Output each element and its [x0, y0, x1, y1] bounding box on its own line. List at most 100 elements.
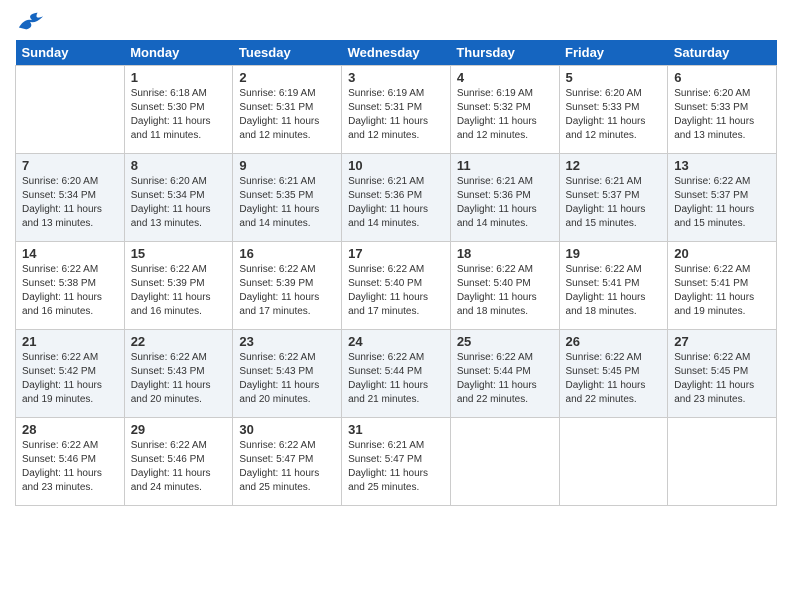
calendar-day-cell: 11 Sunrise: 6:21 AM Sunset: 5:36 PM Dayl… — [450, 154, 559, 242]
day-info: Sunrise: 6:22 AM Sunset: 5:42 PM Dayligh… — [22, 351, 118, 407]
col-monday: Monday — [124, 40, 233, 66]
calendar-day-cell: 28 Sunrise: 6:22 AM Sunset: 5:46 PM Dayl… — [16, 418, 125, 506]
calendar-day-cell: 2 Sunrise: 6:19 AM Sunset: 5:31 PM Dayli… — [233, 66, 342, 154]
calendar-day-cell: 16 Sunrise: 6:22 AM Sunset: 5:39 PM Dayl… — [233, 242, 342, 330]
day-number: 30 — [239, 422, 335, 437]
calendar-week-row: 28 Sunrise: 6:22 AM Sunset: 5:46 PM Dayl… — [16, 418, 777, 506]
day-number: 20 — [674, 246, 770, 261]
calendar-day-cell: 20 Sunrise: 6:22 AM Sunset: 5:41 PM Dayl… — [668, 242, 777, 330]
calendar-day-cell: 23 Sunrise: 6:22 AM Sunset: 5:43 PM Dayl… — [233, 330, 342, 418]
day-number: 1 — [131, 70, 227, 85]
calendar-day-cell: 12 Sunrise: 6:21 AM Sunset: 5:37 PM Dayl… — [559, 154, 668, 242]
col-tuesday: Tuesday — [233, 40, 342, 66]
day-number: 12 — [566, 158, 662, 173]
day-info: Sunrise: 6:22 AM Sunset: 5:39 PM Dayligh… — [239, 263, 335, 319]
calendar-day-cell: 4 Sunrise: 6:19 AM Sunset: 5:32 PM Dayli… — [450, 66, 559, 154]
calendar-day-cell: 26 Sunrise: 6:22 AM Sunset: 5:45 PM Dayl… — [559, 330, 668, 418]
calendar-day-cell: 3 Sunrise: 6:19 AM Sunset: 5:31 PM Dayli… — [342, 66, 451, 154]
day-info: Sunrise: 6:20 AM Sunset: 5:34 PM Dayligh… — [131, 175, 227, 231]
day-info: Sunrise: 6:22 AM Sunset: 5:39 PM Dayligh… — [131, 263, 227, 319]
day-number: 28 — [22, 422, 118, 437]
day-number: 31 — [348, 422, 444, 437]
logo — [15, 10, 45, 32]
col-thursday: Thursday — [450, 40, 559, 66]
day-number: 29 — [131, 422, 227, 437]
day-number: 6 — [674, 70, 770, 85]
day-info: Sunrise: 6:18 AM Sunset: 5:30 PM Dayligh… — [131, 87, 227, 143]
day-info: Sunrise: 6:21 AM Sunset: 5:47 PM Dayligh… — [348, 439, 444, 495]
col-wednesday: Wednesday — [342, 40, 451, 66]
day-number: 24 — [348, 334, 444, 349]
day-info: Sunrise: 6:22 AM Sunset: 5:41 PM Dayligh… — [566, 263, 662, 319]
calendar-day-cell: 25 Sunrise: 6:22 AM Sunset: 5:44 PM Dayl… — [450, 330, 559, 418]
calendar-day-cell: 8 Sunrise: 6:20 AM Sunset: 5:34 PM Dayli… — [124, 154, 233, 242]
calendar-day-cell: 13 Sunrise: 6:22 AM Sunset: 5:37 PM Dayl… — [668, 154, 777, 242]
day-number: 21 — [22, 334, 118, 349]
day-info: Sunrise: 6:22 AM Sunset: 5:45 PM Dayligh… — [674, 351, 770, 407]
calendar-day-cell — [668, 418, 777, 506]
day-number: 19 — [566, 246, 662, 261]
day-info: Sunrise: 6:21 AM Sunset: 5:35 PM Dayligh… — [239, 175, 335, 231]
day-info: Sunrise: 6:19 AM Sunset: 5:31 PM Dayligh… — [239, 87, 335, 143]
day-info: Sunrise: 6:22 AM Sunset: 5:40 PM Dayligh… — [348, 263, 444, 319]
logo-bird-icon — [17, 10, 45, 32]
day-number: 2 — [239, 70, 335, 85]
day-info: Sunrise: 6:22 AM Sunset: 5:40 PM Dayligh… — [457, 263, 553, 319]
day-info: Sunrise: 6:22 AM Sunset: 5:37 PM Dayligh… — [674, 175, 770, 231]
day-number: 4 — [457, 70, 553, 85]
calendar-day-cell: 24 Sunrise: 6:22 AM Sunset: 5:44 PM Dayl… — [342, 330, 451, 418]
day-number: 8 — [131, 158, 227, 173]
calendar-day-cell: 17 Sunrise: 6:22 AM Sunset: 5:40 PM Dayl… — [342, 242, 451, 330]
calendar-day-cell: 15 Sunrise: 6:22 AM Sunset: 5:39 PM Dayl… — [124, 242, 233, 330]
calendar-day-cell — [16, 66, 125, 154]
day-info: Sunrise: 6:20 AM Sunset: 5:33 PM Dayligh… — [674, 87, 770, 143]
calendar-day-cell: 29 Sunrise: 6:22 AM Sunset: 5:46 PM Dayl… — [124, 418, 233, 506]
day-number: 25 — [457, 334, 553, 349]
calendar-week-row: 14 Sunrise: 6:22 AM Sunset: 5:38 PM Dayl… — [16, 242, 777, 330]
calendar-week-row: 21 Sunrise: 6:22 AM Sunset: 5:42 PM Dayl… — [16, 330, 777, 418]
day-number: 17 — [348, 246, 444, 261]
calendar-day-cell: 18 Sunrise: 6:22 AM Sunset: 5:40 PM Dayl… — [450, 242, 559, 330]
day-info: Sunrise: 6:22 AM Sunset: 5:41 PM Dayligh… — [674, 263, 770, 319]
calendar-day-cell: 10 Sunrise: 6:21 AM Sunset: 5:36 PM Dayl… — [342, 154, 451, 242]
calendar-day-cell: 27 Sunrise: 6:22 AM Sunset: 5:45 PM Dayl… — [668, 330, 777, 418]
day-number: 5 — [566, 70, 662, 85]
day-info: Sunrise: 6:22 AM Sunset: 5:45 PM Dayligh… — [566, 351, 662, 407]
day-info: Sunrise: 6:22 AM Sunset: 5:44 PM Dayligh… — [457, 351, 553, 407]
day-info: Sunrise: 6:22 AM Sunset: 5:43 PM Dayligh… — [239, 351, 335, 407]
day-info: Sunrise: 6:22 AM Sunset: 5:46 PM Dayligh… — [131, 439, 227, 495]
day-number: 26 — [566, 334, 662, 349]
calendar-day-cell — [559, 418, 668, 506]
calendar-day-cell — [450, 418, 559, 506]
calendar-week-row: 7 Sunrise: 6:20 AM Sunset: 5:34 PM Dayli… — [16, 154, 777, 242]
day-number: 7 — [22, 158, 118, 173]
calendar-day-cell: 7 Sunrise: 6:20 AM Sunset: 5:34 PM Dayli… — [16, 154, 125, 242]
day-info: Sunrise: 6:19 AM Sunset: 5:31 PM Dayligh… — [348, 87, 444, 143]
day-number: 3 — [348, 70, 444, 85]
day-number: 9 — [239, 158, 335, 173]
day-info: Sunrise: 6:22 AM Sunset: 5:44 PM Dayligh… — [348, 351, 444, 407]
calendar-table: Sunday Monday Tuesday Wednesday Thursday… — [15, 40, 777, 506]
day-number: 11 — [457, 158, 553, 173]
day-number: 15 — [131, 246, 227, 261]
day-number: 23 — [239, 334, 335, 349]
day-number: 27 — [674, 334, 770, 349]
day-info: Sunrise: 6:22 AM Sunset: 5:38 PM Dayligh… — [22, 263, 118, 319]
calendar-day-cell: 9 Sunrise: 6:21 AM Sunset: 5:35 PM Dayli… — [233, 154, 342, 242]
page-header — [15, 10, 777, 32]
day-number: 16 — [239, 246, 335, 261]
calendar-header-row: Sunday Monday Tuesday Wednesday Thursday… — [16, 40, 777, 66]
day-info: Sunrise: 6:22 AM Sunset: 5:47 PM Dayligh… — [239, 439, 335, 495]
calendar-day-cell: 1 Sunrise: 6:18 AM Sunset: 5:30 PM Dayli… — [124, 66, 233, 154]
calendar-day-cell: 22 Sunrise: 6:22 AM Sunset: 5:43 PM Dayl… — [124, 330, 233, 418]
calendar-day-cell: 19 Sunrise: 6:22 AM Sunset: 5:41 PM Dayl… — [559, 242, 668, 330]
day-number: 14 — [22, 246, 118, 261]
calendar-day-cell: 6 Sunrise: 6:20 AM Sunset: 5:33 PM Dayli… — [668, 66, 777, 154]
day-info: Sunrise: 6:21 AM Sunset: 5:36 PM Dayligh… — [348, 175, 444, 231]
col-friday: Friday — [559, 40, 668, 66]
day-info: Sunrise: 6:22 AM Sunset: 5:43 PM Dayligh… — [131, 351, 227, 407]
day-info: Sunrise: 6:20 AM Sunset: 5:33 PM Dayligh… — [566, 87, 662, 143]
day-number: 10 — [348, 158, 444, 173]
col-sunday: Sunday — [16, 40, 125, 66]
calendar-day-cell: 30 Sunrise: 6:22 AM Sunset: 5:47 PM Dayl… — [233, 418, 342, 506]
